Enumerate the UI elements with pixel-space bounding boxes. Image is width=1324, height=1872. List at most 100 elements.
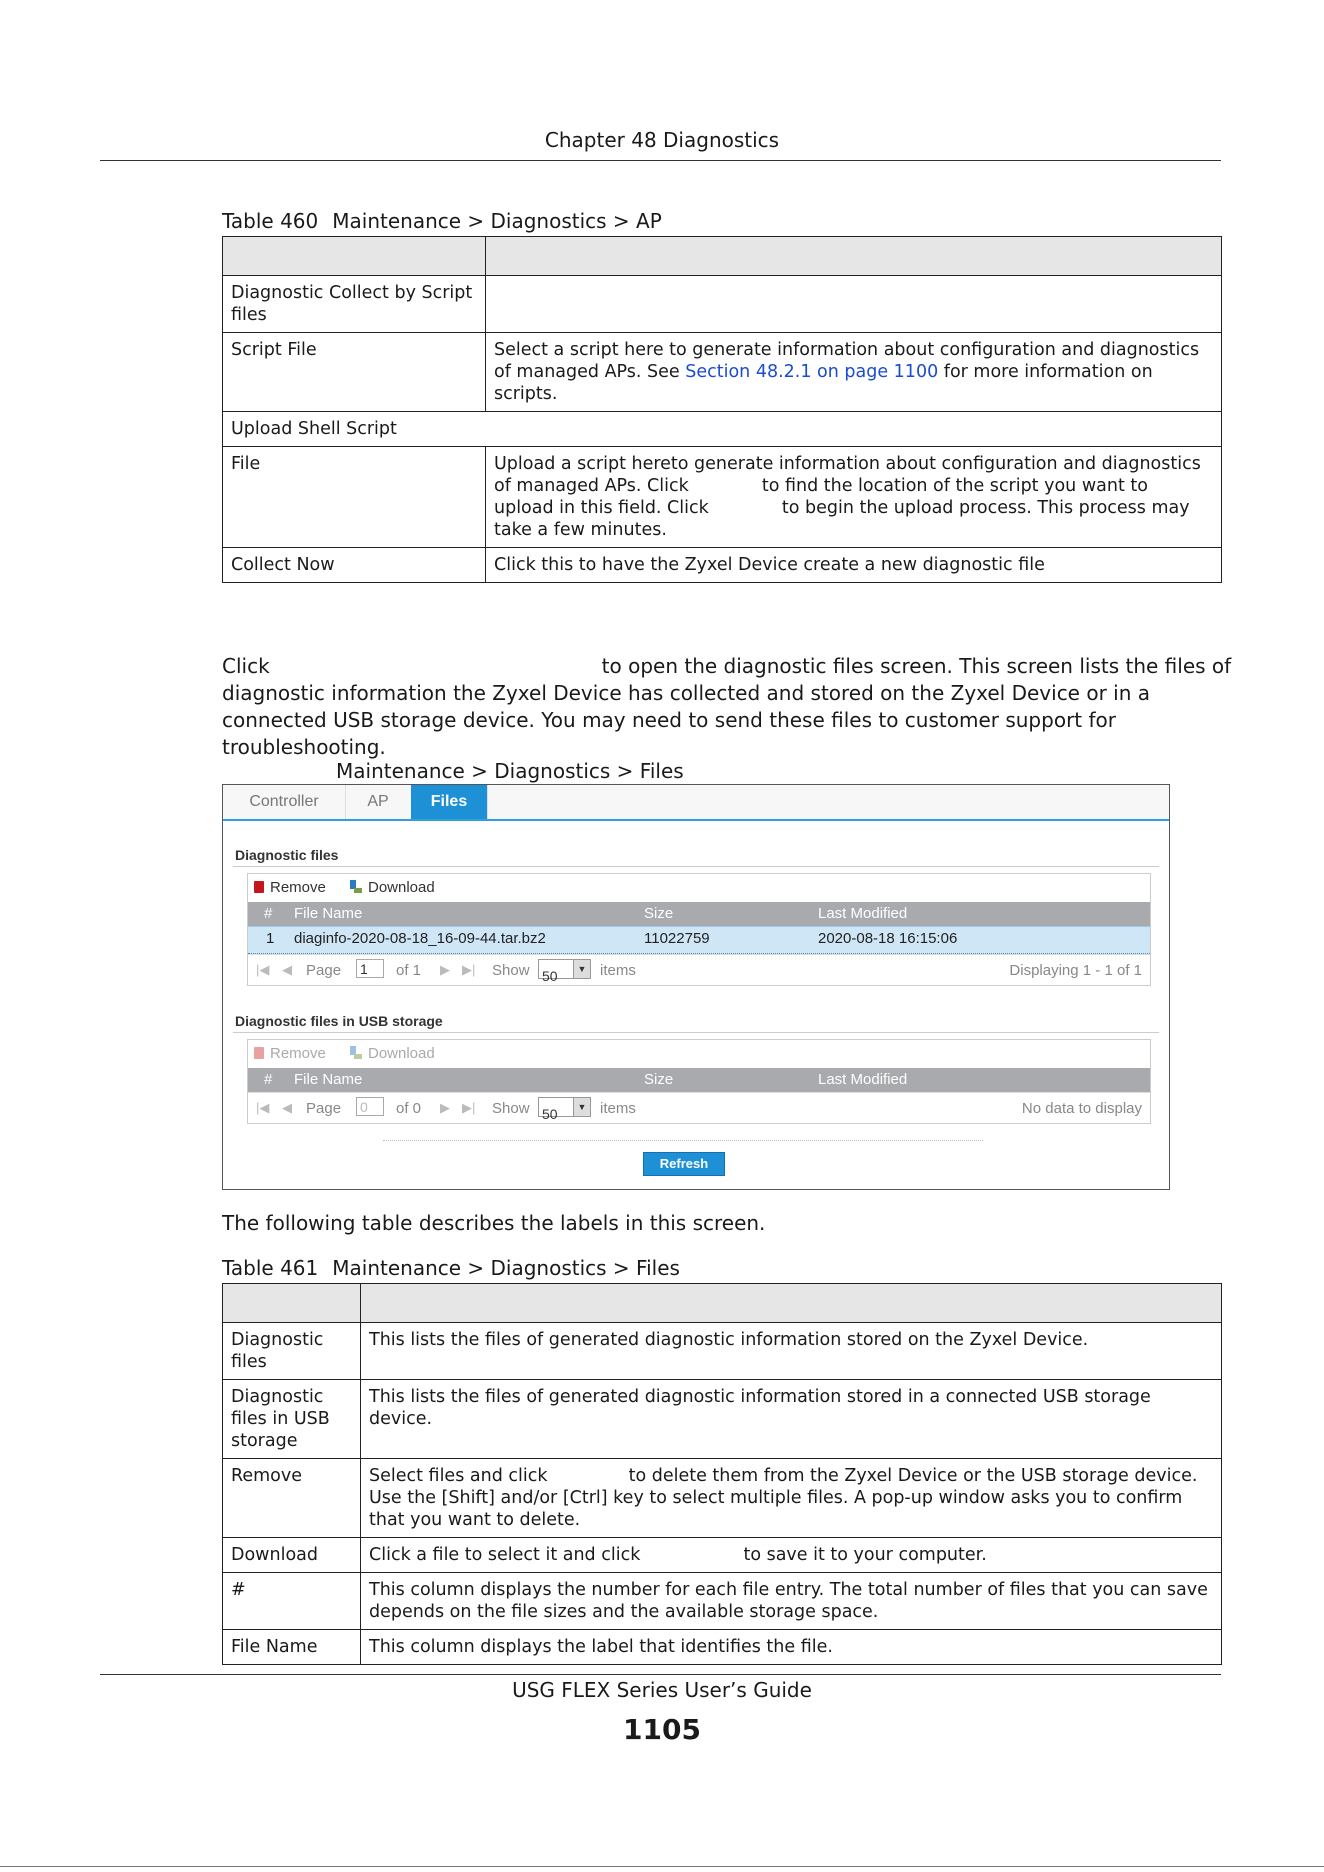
grid-pager: |◀ ◀ Page 0 of 0 ▶ ▶| Show 50 ▼ items No … bbox=[248, 1092, 1150, 1123]
download-button[interactable]: Download bbox=[348, 879, 435, 896]
section-divider bbox=[233, 1032, 1159, 1033]
column-last-modified[interactable]: Last Modified bbox=[818, 905, 907, 922]
row-description: This lists the files of generated diagno… bbox=[360, 1322, 1222, 1380]
remove-button[interactable]: Remove bbox=[254, 879, 326, 896]
grid-column-header: # File Name Size Last Modified bbox=[248, 902, 1150, 926]
desc-text: Select files and click bbox=[369, 1466, 554, 1486]
display-status: Displaying 1 - 1 of 1 bbox=[1009, 962, 1142, 979]
table-461: Diagnostic files This lists the files of… bbox=[222, 1283, 1222, 1665]
following-text: The following table describes the labels… bbox=[222, 1211, 766, 1235]
table-caption-title: Maintenance > Diagnostics > Files bbox=[332, 1256, 680, 1280]
table-row: Download Click a file to select it and c… bbox=[222, 1537, 1222, 1573]
column-size[interactable]: Size bbox=[644, 1071, 673, 1088]
trash-icon bbox=[254, 1047, 264, 1059]
section-title-usb-files: Diagnostic files in USB storage bbox=[235, 1013, 443, 1029]
download-button[interactable]: Download bbox=[348, 1045, 435, 1062]
first-page-icon[interactable]: |◀ bbox=[256, 1100, 269, 1116]
page-of-label: of 1 bbox=[396, 962, 422, 979]
display-status: No data to display bbox=[1021, 1100, 1142, 1117]
section-link[interactable]: Section 48.2.1 on page 1100 bbox=[685, 362, 938, 382]
tab-controller[interactable]: Controller bbox=[223, 785, 346, 819]
download-icon bbox=[348, 1046, 362, 1059]
diagnostic-files-grid: Remove Download # File Name Size Last Mo… bbox=[247, 873, 1151, 986]
table-caption-title: Maintenance > Diagnostics > AP bbox=[332, 209, 662, 233]
row-label: Diagnostic files in USB storage bbox=[222, 1379, 361, 1459]
tab-bar: Controller AP Files bbox=[223, 785, 1169, 821]
refresh-button[interactable]: Refresh bbox=[643, 1152, 725, 1176]
remove-button[interactable]: Remove bbox=[254, 1045, 326, 1062]
tab-ap[interactable]: AP bbox=[345, 785, 412, 819]
column-file-name[interactable]: File Name bbox=[294, 1071, 362, 1088]
next-page-icon[interactable]: ▶ bbox=[440, 962, 450, 978]
row-description: Upload a script hereto generate informat… bbox=[485, 446, 1222, 548]
table-row: Diagnostic files This lists the files of… bbox=[222, 1322, 1222, 1380]
page-input[interactable]: 0 bbox=[356, 1097, 384, 1116]
grid-pager: |◀ ◀ Page 1 of 1 ▶ ▶| Show 50 ▼ items Dis… bbox=[248, 954, 1150, 985]
chevron-down-icon: ▼ bbox=[573, 960, 590, 978]
page-size-select[interactable]: 50 ▼ bbox=[538, 1097, 591, 1122]
tab-files[interactable]: Files bbox=[411, 785, 488, 819]
row-number: 1 bbox=[266, 930, 275, 947]
table-caption-number: Table 460 bbox=[222, 209, 319, 233]
footer-rule bbox=[100, 1674, 1221, 1675]
column-size[interactable]: Size bbox=[644, 905, 673, 922]
page-number: 1105 bbox=[623, 1713, 701, 1746]
table-header-row bbox=[222, 1283, 1222, 1323]
table-row: Remove Select files and click to delete … bbox=[222, 1458, 1222, 1538]
intro-paragraph: Click to open the diagnostic files screen… bbox=[222, 653, 1232, 761]
download-label: Download bbox=[368, 1045, 435, 1062]
column-last-modified[interactable]: Last Modified bbox=[818, 1071, 907, 1088]
table-row: File Name This column displays the label… bbox=[222, 1629, 1222, 1665]
row-description bbox=[485, 275, 1222, 333]
table-row[interactable]: 1 diaginfo-2020-08-18_16-09-44.tar.bz2 1… bbox=[248, 926, 1150, 954]
last-page-icon[interactable]: ▶| bbox=[462, 1100, 475, 1116]
table-460-caption: Table 460 Maintenance > Diagnostics > AP bbox=[222, 209, 662, 233]
chevron-down-icon: ▼ bbox=[573, 1098, 590, 1116]
column-number[interactable]: # bbox=[264, 905, 272, 922]
guide-title: USG FLEX Series User’s Guide bbox=[512, 1678, 812, 1702]
table-header-row bbox=[222, 236, 1222, 276]
row-label: Upload Shell Script bbox=[222, 411, 1222, 447]
table-row: Diagnostic files in USB storage This lis… bbox=[222, 1379, 1222, 1459]
row-label: Download bbox=[222, 1537, 361, 1573]
prev-page-icon[interactable]: ◀ bbox=[282, 1100, 292, 1116]
row-description: Select files and click to delete them fr… bbox=[360, 1458, 1222, 1538]
prev-page-icon[interactable]: ◀ bbox=[282, 962, 292, 978]
divider bbox=[383, 1140, 983, 1141]
row-label: Script File bbox=[222, 332, 486, 412]
items-label: items bbox=[600, 962, 636, 979]
diagnostic-files-screen: Controller AP Files Diagnostic files Rem… bbox=[222, 784, 1170, 1190]
download-label: Download bbox=[368, 879, 435, 896]
row-label: Diagnostic Collect by Script files bbox=[222, 275, 486, 333]
column-number[interactable]: # bbox=[264, 1071, 272, 1088]
table-row: Diagnostic Collect by Script files bbox=[222, 275, 1222, 333]
section-title-diagnostic-files: Diagnostic files bbox=[235, 847, 339, 863]
row-description: This column displays the label that iden… bbox=[360, 1629, 1222, 1665]
download-icon bbox=[348, 880, 362, 893]
page-size-select[interactable]: 50 ▼ bbox=[538, 959, 591, 984]
table-460: Diagnostic Collect by Script files Scrip… bbox=[222, 236, 1222, 583]
figure-caption: Maintenance > Diagnostics > Files bbox=[336, 759, 684, 783]
grid-toolbar: Remove Download bbox=[248, 1040, 1150, 1068]
remove-label: Remove bbox=[270, 879, 326, 896]
items-label: items bbox=[600, 1100, 636, 1117]
row-label: File bbox=[222, 446, 486, 548]
page-input[interactable]: 1 bbox=[356, 959, 384, 978]
row-size: 11022759 bbox=[644, 930, 710, 947]
column-file-name[interactable]: File Name bbox=[294, 905, 362, 922]
row-label: File Name bbox=[222, 1629, 361, 1665]
first-page-icon[interactable]: |◀ bbox=[256, 962, 269, 978]
row-description: This column displays the number for each… bbox=[360, 1572, 1222, 1630]
intro-click: Click bbox=[222, 654, 270, 678]
row-description: Select a script here to generate informa… bbox=[485, 332, 1222, 412]
desc-text: Click a file to select it and click bbox=[369, 1545, 646, 1565]
last-page-icon[interactable]: ▶| bbox=[462, 962, 475, 978]
page-label: Page bbox=[306, 962, 342, 979]
row-description: This lists the files of generated diagno… bbox=[360, 1379, 1222, 1459]
row-file-name: diaginfo-2020-08-18_16-09-44.tar.bz2 bbox=[294, 930, 546, 947]
page-label: Page bbox=[306, 1100, 342, 1117]
table-row: Collect Now Click this to have the Zyxel… bbox=[222, 547, 1222, 583]
next-page-icon[interactable]: ▶ bbox=[440, 1100, 450, 1116]
page-of-label: of 0 bbox=[396, 1100, 422, 1117]
row-label: Collect Now bbox=[222, 547, 486, 583]
